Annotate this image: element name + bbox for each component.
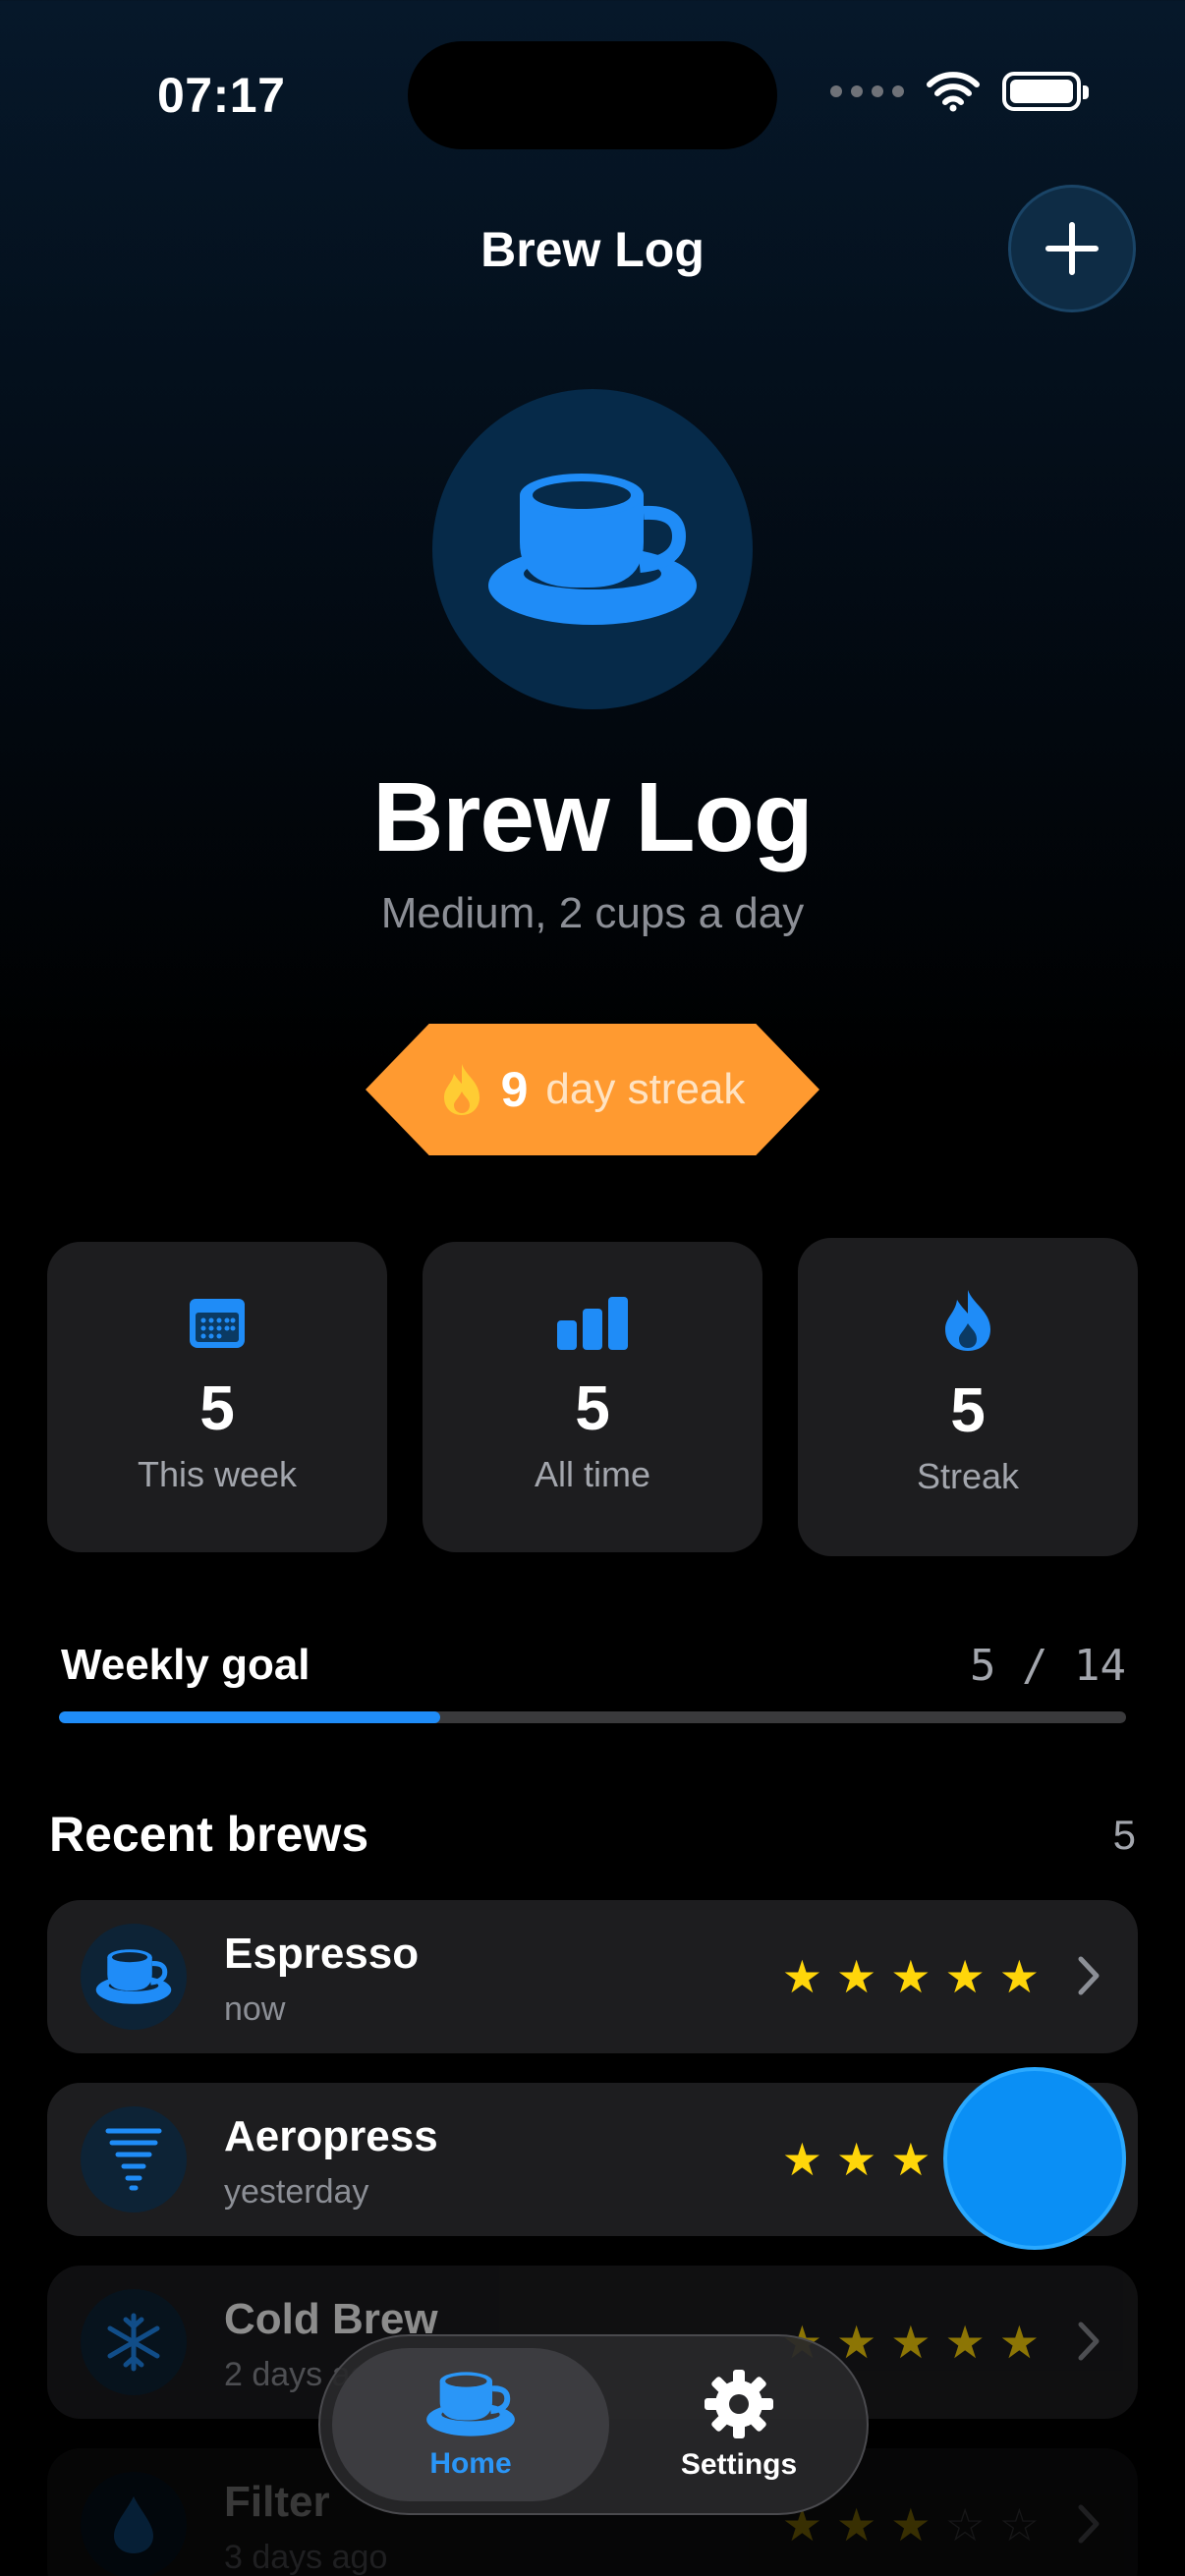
brew-row-espresso[interactable]: Espresso now ★ ★ ★ ★ ★ bbox=[47, 1900, 1138, 2053]
chevron-right-icon bbox=[1078, 2322, 1100, 2361]
plus-icon bbox=[1045, 222, 1099, 275]
star-filled-icon: ★ bbox=[890, 2499, 931, 2550]
brew-icon bbox=[81, 2106, 187, 2212]
streak-badge: 9 day streak bbox=[366, 1024, 819, 1155]
battery-icon bbox=[1002, 72, 1089, 111]
star-filled-icon: ★ bbox=[890, 2134, 931, 2185]
tab-bar: Home Settings bbox=[318, 2334, 869, 2515]
tornado-icon bbox=[105, 2128, 162, 2191]
brew-rating: ★★★★★ bbox=[782, 1949, 1040, 2004]
brew-name: Aeropress bbox=[224, 2112, 438, 2160]
star-filled-icon: ★ bbox=[836, 1951, 877, 2002]
star-filled-icon: ★ bbox=[781, 1951, 822, 2002]
stat-value: 5 bbox=[950, 1374, 986, 1445]
status-indicators bbox=[830, 71, 1089, 112]
stat-card-all-time: 5 All time bbox=[423, 1242, 762, 1552]
cellular-signal-icon bbox=[830, 85, 904, 97]
star-filled-icon: ★ bbox=[836, 2134, 877, 2185]
snowflake-icon bbox=[107, 2313, 160, 2372]
gear-icon bbox=[705, 2370, 773, 2438]
star-empty-icon: ☆ bbox=[944, 2499, 986, 2550]
brew-rating: ★★★☆☆ bbox=[782, 2497, 1040, 2552]
tab-home-label: Home bbox=[429, 2447, 512, 2480]
tab-settings-label: Settings bbox=[680, 2448, 798, 2481]
star-filled-icon: ★ bbox=[944, 1951, 986, 2002]
brew-time: 3 days ago bbox=[224, 2539, 388, 2576]
recent-brews-title: Recent brews bbox=[49, 1807, 369, 1862]
drop-icon bbox=[114, 2496, 153, 2553]
calendar-icon bbox=[190, 1299, 245, 1348]
star-filled-icon: ★ bbox=[781, 2134, 822, 2185]
coffee-cup-icon bbox=[95, 1949, 172, 2004]
star-filled-icon: ★ bbox=[836, 2499, 877, 2550]
brew-icon bbox=[81, 2289, 187, 2395]
star-filled-icon: ★ bbox=[944, 2317, 986, 2368]
status-time: 07:17 bbox=[157, 68, 286, 123]
star-filled-icon: ★ bbox=[998, 2317, 1040, 2368]
stat-value: 5 bbox=[575, 1372, 610, 1443]
hero-avatar bbox=[432, 389, 753, 709]
stat-label: This week bbox=[137, 1454, 298, 1494]
weekly-goal-progress-fill bbox=[59, 1711, 440, 1723]
add-brew-button[interactable] bbox=[1008, 185, 1136, 312]
chevron-right-icon bbox=[1078, 1956, 1100, 1995]
streak-text: day streak bbox=[545, 1065, 746, 1113]
star-empty-icon: ☆ bbox=[998, 2499, 1040, 2550]
star-filled-icon: ★ bbox=[998, 1951, 1040, 2002]
tab-settings[interactable]: Settings bbox=[619, 2348, 859, 2501]
chevron-right-icon bbox=[1078, 2504, 1100, 2544]
stat-value: 5 bbox=[199, 1372, 235, 1443]
star-filled-icon: ★ bbox=[890, 2317, 931, 2368]
weekly-goal-progress bbox=[59, 1711, 1126, 1723]
coffee-cup-icon bbox=[426, 2372, 515, 2436]
recent-brews-count: 5 bbox=[1112, 1812, 1136, 1858]
tab-home[interactable]: Home bbox=[332, 2348, 609, 2501]
hero-subtitle: Medium, 2 cups a day bbox=[380, 889, 805, 937]
stat-label: All time bbox=[534, 1454, 651, 1494]
stat-card-streak: 5 Streak bbox=[798, 1238, 1138, 1556]
coffee-cup-icon bbox=[488, 474, 697, 625]
brew-name: Filter bbox=[224, 2478, 330, 2526]
floating-action-button[interactable] bbox=[943, 2067, 1126, 2250]
flame-icon bbox=[945, 1290, 990, 1351]
dynamic-island bbox=[408, 41, 777, 149]
hero-title: Brew Log bbox=[372, 762, 814, 872]
star-filled-icon: ★ bbox=[890, 1951, 931, 2002]
bar-chart-icon bbox=[557, 1297, 628, 1350]
brew-time: yesterday bbox=[224, 2173, 369, 2211]
brew-icon bbox=[81, 2472, 187, 2576]
weekly-goal-count: 5 / 14 bbox=[970, 1641, 1126, 1691]
streak-count: 9 bbox=[500, 1062, 529, 1117]
stat-label: Streak bbox=[916, 1456, 1020, 1496]
brew-time: now bbox=[224, 1990, 286, 2028]
wifi-icon bbox=[927, 72, 980, 112]
brew-name: Espresso bbox=[224, 1930, 420, 1978]
stat-card-this-week: 5 This week bbox=[47, 1242, 387, 1552]
weekly-goal-label: Weekly goal bbox=[61, 1641, 310, 1689]
flame-icon bbox=[443, 1064, 480, 1115]
brew-icon bbox=[81, 1924, 187, 2030]
